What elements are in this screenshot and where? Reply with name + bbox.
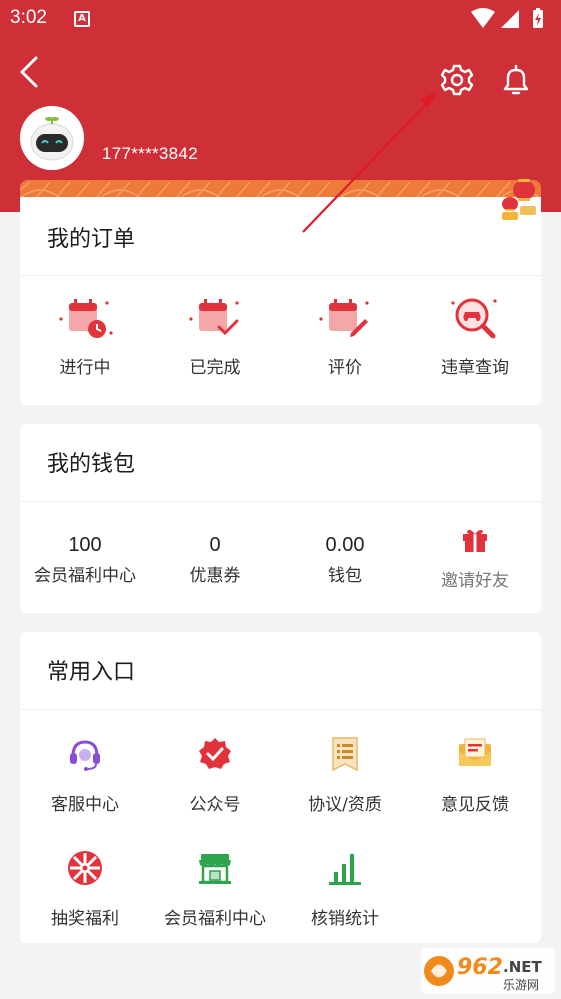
official-account[interactable]: 公众号 — [150, 734, 280, 815]
wallet-label: 钱包 — [328, 566, 362, 586]
order-label: 进行中 — [59, 358, 111, 378]
entry-label: 协议/资质 — [308, 795, 382, 815]
calendar-edit-icon — [319, 299, 369, 337]
watermark-number: 962 — [457, 955, 503, 980]
status-icons — [471, 8, 543, 28]
status-time: 3:02 — [10, 7, 47, 28]
lantern-decoration-icon — [502, 179, 536, 220]
wifi-icon — [471, 8, 495, 28]
calendar-check-icon — [189, 299, 239, 336]
customer-service[interactable]: 客服中心 — [20, 734, 150, 815]
order-label: 已完成 — [189, 358, 241, 378]
order-label: 违章查询 — [441, 358, 509, 378]
document-icon — [332, 737, 358, 772]
store-icon — [199, 854, 231, 884]
settings-button[interactable] — [437, 60, 477, 100]
avatar[interactable] — [20, 106, 84, 170]
lottery-benefits[interactable]: 抽奖福利 — [20, 848, 150, 929]
gift-icon — [463, 529, 487, 552]
gear-icon — [440, 64, 474, 96]
wallet-balance[interactable]: 0.00 钱包 — [280, 534, 410, 586]
site-watermark: 962 .NET 乐游网 — [421, 948, 555, 994]
orders-card: 我的订单 进行中 已完成 评价 违章查询 — [20, 197, 541, 405]
status-bar: 3:02 A — [0, 0, 561, 38]
wallet-value: 0.00 — [325, 534, 365, 556]
agreements-qualifications[interactable]: 协议/资质 — [280, 734, 410, 815]
wallet-coupons[interactable]: 0 优惠券 — [150, 534, 280, 586]
user-phone: 177****3842 — [102, 144, 198, 163]
app-notification-icon: A — [74, 11, 90, 27]
notifications-button[interactable] — [496, 60, 536, 100]
watermark-suffix: .NET — [503, 958, 542, 976]
common-entries-card: 常用入口 客服中心 公众号 协议/资质 意见反馈 抽奖福利 会员福利中心 核销统… — [20, 632, 541, 943]
violation-query[interactable]: 违章查询 — [410, 293, 540, 378]
orders-title: 我的订单 — [47, 227, 136, 252]
order-completed[interactable]: 已完成 — [150, 293, 280, 378]
invite-friends[interactable]: 邀请好友 — [410, 526, 540, 591]
robot-avatar-icon — [20, 106, 84, 170]
entry-label: 客服中心 — [51, 795, 119, 815]
calendar-clock-icon — [59, 299, 113, 338]
wallet-member-points[interactable]: 100 会员福利中心 — [20, 534, 150, 586]
wallet-value: 100 — [68, 534, 102, 556]
watermark-logo: 962 .NET 乐游网 — [424, 955, 542, 992]
watermark-subtext: 乐游网 — [503, 978, 539, 992]
back-button[interactable] — [14, 52, 50, 92]
order-review[interactable]: 评价 — [280, 293, 410, 378]
member-benefits-center[interactable]: 会员福利中心 — [150, 848, 280, 929]
divider — [20, 501, 541, 502]
entry-label: 核销统计 — [311, 909, 379, 929]
order-in-progress[interactable]: 进行中 — [20, 293, 150, 378]
wallet-title: 我的钱包 — [47, 452, 136, 477]
entries-title: 常用入口 — [47, 660, 136, 685]
bar-chart-icon — [329, 854, 361, 885]
chevron-left-icon — [20, 56, 38, 88]
wallet-value: 0 — [209, 534, 221, 556]
entry-label: 抽奖福利 — [51, 909, 119, 929]
bell-icon — [503, 64, 529, 95]
entry-label: 意见反馈 — [441, 795, 509, 815]
entry-label: 公众号 — [189, 795, 241, 815]
wallet-label: 会员福利中心 — [34, 566, 136, 586]
order-label: 评价 — [328, 358, 362, 378]
battery-icon — [533, 8, 543, 28]
verified-badge-icon — [199, 738, 231, 769]
feedback[interactable]: 意见反馈 — [410, 734, 540, 815]
prize-wheel-icon — [68, 851, 102, 885]
signal-icon — [501, 10, 519, 28]
headset-icon — [70, 740, 100, 771]
wallet-label: 优惠券 — [189, 566, 241, 586]
wallet-label: 邀请好友 — [441, 571, 509, 591]
envelope-icon — [459, 738, 491, 766]
entry-label: 会员福利中心 — [164, 909, 266, 929]
divider — [20, 275, 541, 276]
redemption-statistics[interactable]: 核销统计 — [280, 848, 410, 929]
car-search-icon — [451, 298, 497, 339]
wallet-card: 我的钱包 100 会员福利中心 0 优惠券 0.00 钱包 邀请好友 — [20, 424, 541, 613]
divider — [20, 709, 541, 710]
